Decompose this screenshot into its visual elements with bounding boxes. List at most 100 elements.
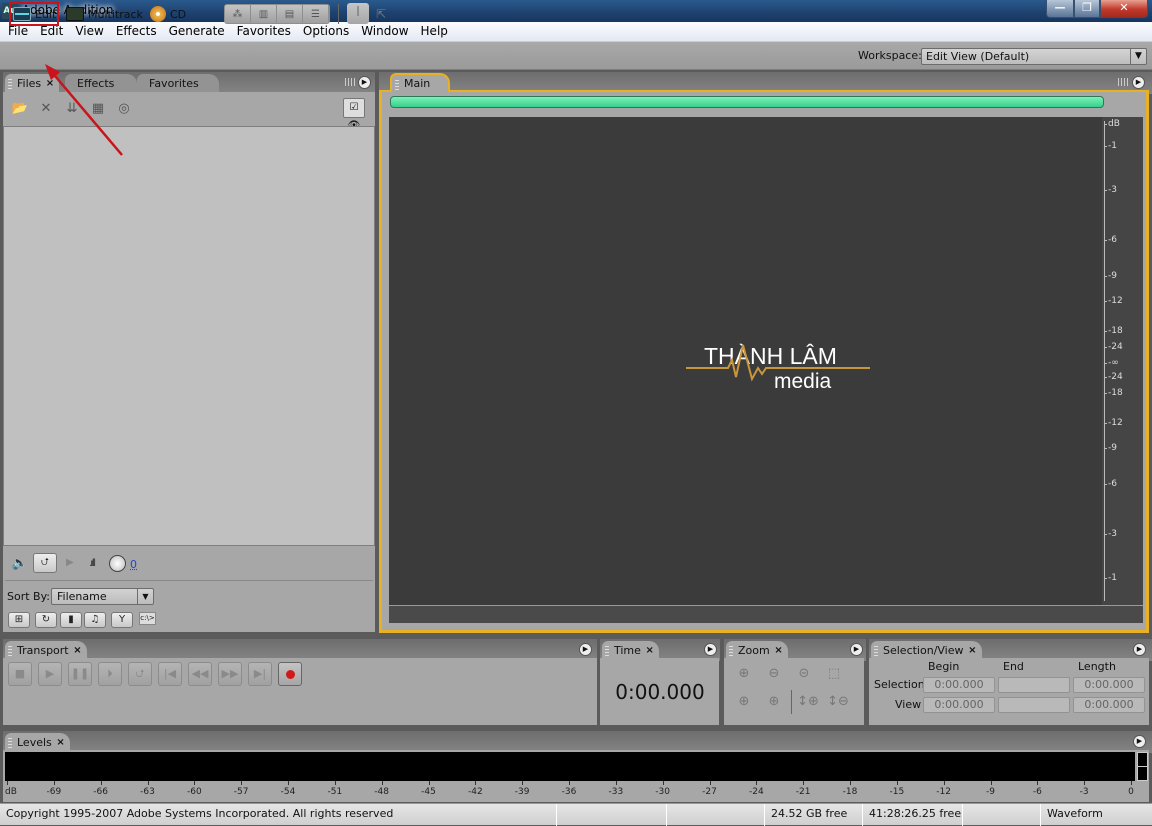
drag-grip-icon[interactable] xyxy=(8,79,12,89)
insert-into-multitrack-icon[interactable]: ⇊ xyxy=(62,100,82,118)
drag-grip-icon[interactable] xyxy=(8,646,12,656)
drag-grip-icon[interactable] xyxy=(8,738,12,748)
tab-favorites[interactable]: Favorites xyxy=(137,74,219,94)
volume-knob[interactable] xyxy=(109,555,126,572)
zoom-in-horizontal-icon[interactable]: ⊕ xyxy=(733,664,755,684)
edit-view-button[interactable]: Edit xyxy=(9,2,59,26)
play-to-end-button[interactable]: ⏵ xyxy=(98,662,122,686)
tab-files[interactable]: Files × xyxy=(5,74,60,94)
workspace-select[interactable]: Edit View (Default) ▼ xyxy=(921,48,1147,65)
restore-button[interactable]: ❐ xyxy=(1074,0,1100,18)
auto-play-icon[interactable]: 🔈 xyxy=(10,555,30,573)
spectral-pan-button[interactable]: ▤ xyxy=(277,5,303,23)
drag-grip-icon[interactable] xyxy=(395,80,399,90)
panel-grip-icon[interactable] xyxy=(1118,78,1128,86)
minimize-button[interactable]: — xyxy=(1046,0,1074,18)
zoom-to-selection-icon[interactable]: ⬚ xyxy=(823,664,845,684)
db-label: -24 xyxy=(1104,372,1123,382)
menu-help[interactable]: Help xyxy=(415,22,454,41)
waveform-display-button[interactable]: ⁂ xyxy=(225,5,251,23)
hybrid-tool[interactable]: ⇱ xyxy=(376,4,392,24)
show-midi-button[interactable]: ♫ xyxy=(84,612,106,628)
loop-play-button[interactable]: ⮍ xyxy=(128,662,152,686)
go-to-start-icon: |◀ xyxy=(163,667,177,680)
zoom-out-horizontal-icon[interactable]: ⊖ xyxy=(763,664,785,684)
panel-menu-button[interactable]: ▶ xyxy=(1133,735,1146,748)
panel-grip-icon[interactable] xyxy=(345,78,355,86)
record-icon xyxy=(285,670,295,679)
show-options-icon[interactable]: ☑👁 xyxy=(343,98,365,131)
levels-label: -27 xyxy=(702,787,717,797)
show-video-button[interactable]: ▮ xyxy=(60,612,82,628)
loop-button[interactable]: ⮍ xyxy=(33,553,57,573)
file-list[interactable] xyxy=(3,126,375,546)
levels-label: -63 xyxy=(140,787,155,797)
panel-menu-button[interactable]: ▶ xyxy=(1133,643,1146,656)
filter-button[interactable]: Y xyxy=(111,612,133,628)
close-file-icon[interactable]: ✕ xyxy=(36,100,56,118)
drag-grip-icon[interactable] xyxy=(729,646,733,656)
levels-label: -6 xyxy=(1032,787,1042,797)
levels-label: -39 xyxy=(514,787,530,797)
menu-options[interactable]: Options xyxy=(297,22,355,41)
levels-label: -24 xyxy=(748,787,764,797)
drag-grip-icon[interactable] xyxy=(605,646,609,656)
drag-grip-icon[interactable] xyxy=(874,646,878,656)
levels-tick xyxy=(990,781,992,785)
spectral-phase-button[interactable]: ☰ xyxy=(303,5,329,23)
zoom-to-right-edge-icon[interactable]: ⊕ xyxy=(763,692,785,712)
levels-tick xyxy=(522,781,524,785)
panel-menu-button[interactable]: ▶ xyxy=(1132,76,1145,89)
copyright-text: Copyright 1995-2007 Adobe Systems Incorp… xyxy=(6,807,394,820)
zoom-out-full-icon[interactable]: ⊝ xyxy=(793,664,815,684)
panel-menu-button[interactable]: ▶ xyxy=(850,643,863,656)
full-path-icon[interactable]: c:\> xyxy=(139,612,156,625)
go-to-start-button[interactable]: |◀ xyxy=(158,662,182,686)
menu-window[interactable]: Window xyxy=(355,22,414,41)
play-icon[interactable]: ▶ xyxy=(66,557,74,568)
play-button[interactable]: ▶ xyxy=(38,662,62,686)
tab-effects[interactable]: Effects xyxy=(65,74,137,94)
time-selection-tool[interactable]: I xyxy=(347,3,369,24)
rewind-button[interactable]: ◀◀ xyxy=(188,662,212,686)
peak-indicator[interactable] xyxy=(1137,752,1148,781)
multitrack-view-button[interactable]: Multitrack xyxy=(66,2,143,26)
menu-favorites[interactable]: Favorites xyxy=(231,22,297,41)
selection-length-field[interactable]: 0:00.000 xyxy=(1073,677,1145,693)
stop-button[interactable]: ■ xyxy=(8,662,32,686)
volume-value[interactable]: 0 xyxy=(130,558,137,571)
tab-main[interactable]: Main xyxy=(390,73,451,92)
zoom-in-vertical-icon[interactable]: ↕⊕ xyxy=(797,692,819,712)
record-button[interactable] xyxy=(278,662,302,686)
show-audio-files-button[interactable]: ⊞ xyxy=(8,612,30,628)
panel-menu-button[interactable]: ▶ xyxy=(579,643,592,656)
show-loops-button[interactable]: ↻ xyxy=(35,612,57,628)
insert-into-cd-icon[interactable]: ◎ xyxy=(114,100,134,118)
selection-end-field[interactable] xyxy=(998,677,1070,693)
multitrack-label: Multitrack xyxy=(88,7,143,21)
view-end-field[interactable] xyxy=(998,697,1070,713)
selection-begin-field[interactable]: 0:00.000 xyxy=(923,677,995,693)
rewind-icon: ◀◀ xyxy=(191,667,209,680)
zoom-out-vertical-icon[interactable]: ↕⊖ xyxy=(827,692,849,712)
zoom-to-left-edge-icon[interactable]: ⊕ xyxy=(733,692,755,712)
open-file-icon[interactable]: 📂 xyxy=(10,100,30,118)
close-button[interactable]: ✕ xyxy=(1100,0,1148,18)
levels-tick xyxy=(803,781,805,785)
view-length-field[interactable]: 0:00.000 xyxy=(1073,697,1145,713)
cd-view-button[interactable]: CD xyxy=(150,2,186,26)
view-row-label: View xyxy=(895,698,922,711)
pause-button[interactable]: ❚❚ xyxy=(68,662,92,686)
fast-forward-button[interactable]: ▶▶ xyxy=(218,662,242,686)
overview-bar[interactable] xyxy=(390,96,1104,108)
go-to-end-button[interactable]: ▶| xyxy=(248,662,272,686)
panel-menu-button[interactable]: ▶ xyxy=(704,643,717,656)
loop-icon: ⮍ xyxy=(135,667,145,680)
view-begin-field[interactable]: 0:00.000 xyxy=(923,697,995,713)
insert-into-session-icon[interactable]: ▦ xyxy=(88,100,108,118)
spectral-frequency-button[interactable]: ▥ xyxy=(251,5,277,23)
levels-label: -12 xyxy=(936,787,952,797)
sort-by-select[interactable]: Filename ▼ xyxy=(51,588,154,605)
close-tab-icon[interactable]: × xyxy=(46,74,54,94)
panel-menu-button[interactable]: ▶ xyxy=(358,76,371,89)
